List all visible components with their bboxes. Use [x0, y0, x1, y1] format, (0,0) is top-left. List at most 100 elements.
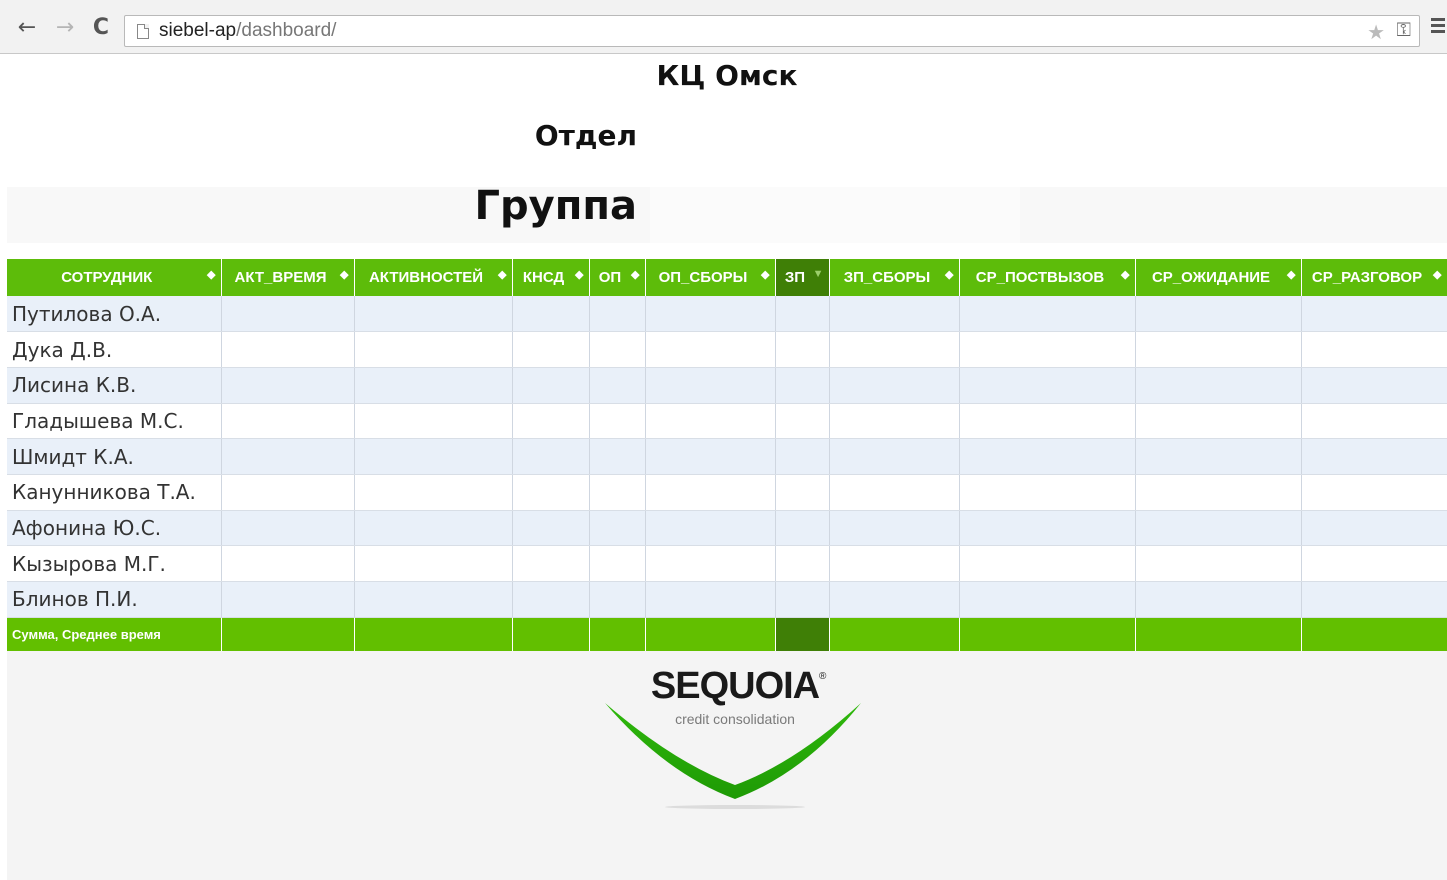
url-text[interactable]: siebel-ap/dashboard/ [159, 20, 336, 42]
table-cell [959, 510, 1136, 547]
table-cell [589, 367, 646, 404]
table-cell [1301, 510, 1447, 547]
table-row[interactable]: Шмидт К.А. [7, 438, 1447, 475]
group-label: Группа [474, 183, 637, 229]
table-cell [775, 474, 830, 511]
table-cell [959, 581, 1136, 618]
total-cell [645, 617, 776, 652]
table-body: Путилова О.А. Дука Д.В. Лисина К.В. Гладыше… [7, 296, 1447, 652]
star-icon[interactable]: ★ [1367, 20, 1385, 44]
table-row[interactable]: Кызырова М.Г. [7, 545, 1447, 582]
logo-wordmark: SEQUOIA [650, 665, 820, 707]
table-cell [645, 545, 776, 582]
table-cell [221, 438, 355, 475]
table-cell [512, 296, 590, 333]
table-cell [512, 545, 590, 582]
table-cell [354, 510, 513, 547]
column-header-sr-postvyzov[interactable]: СР_ПОСТВЫЗОВ ◆ [959, 259, 1136, 296]
table-cell [589, 474, 646, 511]
page-icon [137, 24, 149, 39]
page: КЦ Омск Отдел Группа СОТРУДНИК ◆ АКТ_ВРЕМ… [7, 55, 1447, 880]
table-cell [1135, 510, 1302, 547]
table-cell [959, 403, 1136, 440]
column-header-label: ЗП_СБОРЫ [843, 269, 931, 286]
table-row[interactable]: Афонина Ю.С. [7, 510, 1447, 547]
table-cell [645, 367, 776, 404]
total-cell [589, 617, 646, 652]
forward-arrow-icon[interactable]: → [52, 16, 78, 40]
table-cell [1301, 474, 1447, 511]
page-title: КЦ Омск [656, 59, 798, 92]
sort-icon: ◆ [340, 269, 349, 281]
address-bar[interactable]: siebel-ap/dashboard/ ★ ⚿ [124, 15, 1420, 47]
table-cell [775, 367, 830, 404]
column-header-op[interactable]: ОП ◆ [589, 259, 646, 296]
reload-icon[interactable]: C [88, 16, 114, 40]
table-cell [589, 438, 646, 475]
table-row[interactable]: Канунникова Т.А. [7, 474, 1447, 511]
table-cell [829, 331, 960, 368]
browser-toolbar: ← → C siebel-ap/dashboard/ ★ ⚿ [0, 0, 1447, 54]
table-cell [959, 331, 1136, 368]
table-cell [1301, 545, 1447, 582]
registered-mark: ® [819, 671, 827, 682]
table-cell [829, 438, 960, 475]
column-header-knsd[interactable]: КНСД ◆ [512, 259, 590, 296]
column-header-label: СР_ОЖИДАНИЕ [1151, 269, 1271, 286]
table-cell [221, 331, 355, 368]
table-row[interactable]: Блинов П.И. [7, 581, 1447, 618]
table-cell [354, 474, 513, 511]
table-cell [829, 367, 960, 404]
url-path: /dashboard/ [236, 20, 337, 41]
total-cell [775, 617, 830, 652]
employee-name-cell: Гладышева М.С. [7, 403, 222, 440]
column-header-sr-razgovor[interactable]: СР_РАЗГОВОР ◆ [1301, 259, 1447, 296]
menu-icon[interactable] [1431, 18, 1445, 36]
table-row[interactable]: Путилова О.А. [7, 296, 1447, 333]
table-cell [589, 510, 646, 547]
column-header-label: КНСД [522, 269, 565, 286]
table-cell [1135, 331, 1302, 368]
column-header-act-time[interactable]: АКТ_ВРЕМЯ ◆ [221, 259, 355, 296]
table-row[interactable]: Гладышева М.С. [7, 403, 1447, 440]
department-label: Отдел [534, 119, 637, 152]
table-cell [645, 474, 776, 511]
column-header-label: ОП [598, 269, 622, 286]
table-cell [1135, 545, 1302, 582]
table-row[interactable]: Лисина К.В. [7, 367, 1447, 404]
sort-icon: ◆ [207, 269, 216, 281]
table-row[interactable]: Дука Д.В. [7, 331, 1447, 368]
table-cell [1135, 474, 1302, 511]
sort-icon: ◆ [1433, 269, 1442, 281]
table-cell [829, 296, 960, 333]
employee-name-cell: Шмидт К.А. [7, 438, 222, 475]
table-cell [221, 581, 355, 618]
back-arrow-icon[interactable]: ← [14, 16, 40, 40]
table-cell [1301, 581, 1447, 618]
table-cell [775, 545, 830, 582]
table-cell [829, 474, 960, 511]
employee-table: СОТРУДНИК ◆ АКТ_ВРЕМЯ ◆ АКТИВНОСТЕЙ ◆ КНСД ◆… [7, 259, 1447, 652]
column-header-employee[interactable]: СОТРУДНИК ◆ [7, 259, 222, 296]
total-cell [829, 617, 960, 652]
employee-name-cell: Кызырова М.Г. [7, 545, 222, 582]
table-cell [221, 367, 355, 404]
column-header-zp[interactable]: ЗП ▼ [775, 259, 830, 296]
table-cell [512, 331, 590, 368]
table-cell [354, 403, 513, 440]
column-header-activities[interactable]: АКТИВНОСТЕЙ ◆ [354, 259, 513, 296]
table-cell [512, 403, 590, 440]
group-band-right [1020, 187, 1447, 243]
table-cell [354, 331, 513, 368]
table-cell [589, 545, 646, 582]
key-icon[interactable]: ⚿ [1397, 19, 1411, 41]
table-cell [959, 438, 1136, 475]
sort-icon: ◆ [575, 269, 584, 281]
sort-icon: ◆ [1287, 269, 1296, 281]
column-header-sr-ozhidanie[interactable]: СР_ОЖИДАНИЕ ◆ [1135, 259, 1302, 296]
table-cell [354, 581, 513, 618]
column-header-zp-sbory[interactable]: ЗП_СБОРЫ ◆ [829, 259, 960, 296]
column-header-op-sbory[interactable]: ОП_СБОРЫ ◆ [645, 259, 776, 296]
table-cell [512, 474, 590, 511]
sort-icon: ◆ [1121, 269, 1130, 281]
